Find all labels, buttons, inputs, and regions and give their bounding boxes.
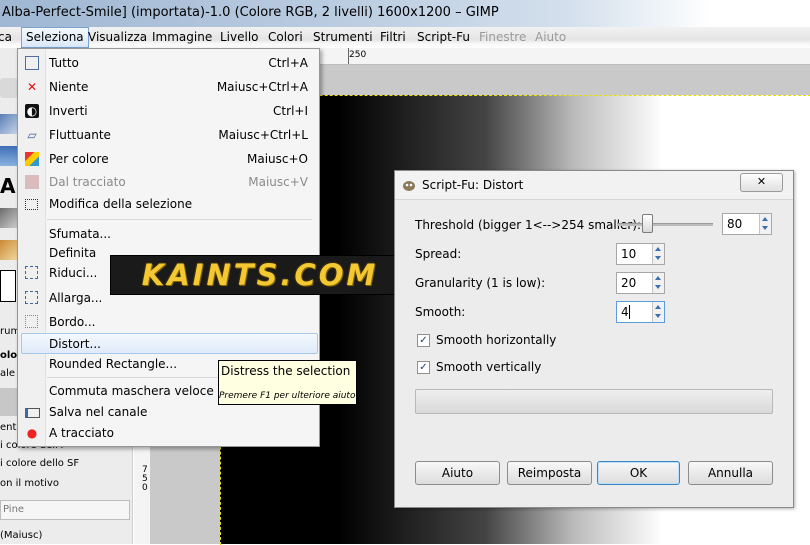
border-selection-icon	[25, 315, 38, 328]
text-cursor	[629, 305, 630, 319]
menu-script-fu[interactable]: Script-Fu	[417, 30, 470, 44]
smooth-label: Smooth:	[415, 305, 466, 319]
menu-strumenti[interactable]: Strumenti	[313, 30, 373, 44]
smooth-spinbox[interactable]: 4	[616, 301, 665, 323]
threshold-value: 80	[727, 217, 743, 231]
smooth-stepper[interactable]	[652, 302, 664, 322]
spread-value: 10	[621, 247, 637, 261]
eyedropper-tool-icon[interactable]	[0, 208, 18, 228]
menu-item-modifica-selezione[interactable]: Modifica della selezione	[18, 194, 317, 214]
smooth-value: 4	[621, 305, 629, 319]
save-to-channel-icon	[25, 408, 40, 418]
menu-colori[interactable]: Colori	[268, 30, 303, 44]
spread-spinbox[interactable]: 10	[616, 243, 665, 265]
progress-bar	[415, 389, 773, 414]
tooltip: Distress the selection Premere F1 per ul…	[218, 360, 357, 405]
lasso-tool-icon[interactable]	[0, 78, 18, 98]
menu-immagine[interactable]: Immagine	[152, 30, 212, 44]
window-titlebar: Alba-Perfect-Smile] (importata)-1.0 (Col…	[0, 0, 810, 27]
menu-item-inverti[interactable]: ◐ Inverti Ctrl+I	[18, 101, 317, 121]
granularity-value: 20	[621, 276, 637, 290]
smudge-tool-icon[interactable]	[0, 240, 18, 260]
script-fu-distort-dialog: Script-Fu: Distort ✕ Threshold (bigger 1…	[394, 170, 794, 508]
menu-seleziona[interactable]: Seleziona	[21, 27, 89, 48]
selection-from-path-icon	[25, 175, 39, 189]
granularity-label: Granularity (1 is low):	[415, 276, 546, 290]
menu-item-a-tracciato[interactable]: ● A tracciato	[18, 423, 317, 443]
select-all-icon	[25, 56, 39, 70]
spread-label: Spread:	[415, 247, 462, 261]
ok-button[interactable]: OK	[597, 461, 680, 485]
pencil-tool-icon[interactable]	[0, 114, 18, 134]
menu-item-sfumata[interactable]: Sfumata...	[18, 224, 317, 244]
menu-item-salva-canale[interactable]: Salva nel canale	[18, 402, 317, 422]
smooth-horizontally-checkbox[interactable]: ✓	[417, 334, 430, 347]
smooth-vertically-label: Smooth vertically	[436, 360, 542, 374]
menu-item-distort[interactable]: Distort...	[21, 333, 318, 354]
menu-separator	[47, 219, 312, 220]
shrink-selection-icon	[25, 266, 38, 279]
menu-finestre[interactable]: Finestre	[479, 30, 526, 44]
tooltip-hint: Premere F1 per ulteriore aiuto	[219, 391, 356, 401]
threshold-slider[interactable]	[617, 223, 713, 226]
ruler-v-label: 750	[142, 465, 148, 493]
help-button[interactable]: Aiuto	[415, 461, 500, 485]
close-button[interactable]: ✕	[740, 173, 783, 192]
dialog-titlebar[interactable]: Script-Fu: Distort ✕	[395, 171, 793, 200]
menu-ca[interactable]: ca	[0, 30, 12, 44]
menu-item-tutto[interactable]: Tutto Ctrl+A	[18, 53, 317, 73]
tooltip-text: Distress the selection	[221, 364, 351, 378]
toolbox-gray-block	[0, 388, 18, 416]
reset-button[interactable]: Reimposta	[507, 461, 592, 485]
invert-selection-icon: ◐	[25, 104, 39, 118]
toolbox-label-6: i colore dello SF	[0, 458, 80, 469]
pattern-field-value: Pine	[3, 504, 25, 515]
menu-visualizza[interactable]: Visualizza	[88, 30, 147, 44]
text-tool-icon[interactable]: A	[0, 176, 18, 196]
threshold-spinbox[interactable]: 80	[722, 213, 772, 235]
toolbox-label-8: (Maiusc)	[0, 530, 43, 541]
ruler-h-label: 250	[349, 50, 367, 60]
threshold-slider-handle[interactable]	[641, 214, 653, 233]
spread-stepper[interactable]	[652, 244, 664, 264]
menu-item-bordo[interactable]: Bordo...	[18, 312, 317, 332]
to-path-icon: ●	[26, 426, 38, 440]
fg-bg-colors-icon[interactable]	[0, 270, 16, 302]
toolbox-label-7: on il motivo	[0, 478, 59, 489]
smooth-horizontally-label: Smooth horizontally	[436, 333, 557, 347]
grow-selection-icon	[25, 291, 38, 304]
cancel-button[interactable]: Annulla	[688, 461, 773, 485]
ruler-h-tick	[348, 48, 349, 64]
pattern-field[interactable]: Pine	[0, 500, 130, 520]
menubar: ca Seleziona Visualizza Immagine Livello…	[0, 27, 810, 48]
menu-item-dal-tracciato[interactable]: Dal tracciato Maiusc+V	[18, 172, 317, 192]
transform-tool-icon[interactable]	[0, 146, 18, 166]
select-by-color-icon	[25, 152, 39, 166]
logo-text: KAINTS.COM	[141, 258, 379, 292]
granularity-stepper[interactable]	[652, 273, 664, 293]
float-selection-icon: ▱	[27, 128, 37, 142]
menu-item-fluttuante[interactable]: ▱ Fluttuante Maiusc+Ctrl+L	[18, 125, 317, 145]
selection-editor-icon	[25, 199, 38, 210]
toolbox-label-3: ale	[0, 368, 16, 379]
menu-livello[interactable]: Livello	[220, 30, 259, 44]
threshold-stepper[interactable]	[759, 214, 771, 234]
kaints-logo: KAINTS.COM	[110, 255, 410, 295]
window-title: Alba-Perfect-Smile] (importata)-1.0 (Col…	[2, 5, 499, 20]
menu-filtri[interactable]: Filtri	[380, 30, 406, 44]
toolbox-label-2: olo	[0, 350, 18, 361]
menu-aiuto[interactable]: Aiuto	[535, 30, 566, 44]
menu-item-niente[interactable]: ✕ Niente Maiusc+Ctrl+A	[18, 77, 317, 97]
threshold-label: Threshold (bigger 1<-->254 smaller):	[415, 218, 642, 232]
select-none-icon: ✕	[26, 80, 38, 94]
gimp-icon	[403, 181, 415, 191]
menu-item-per-colore[interactable]: Per colore Maiusc+O	[18, 149, 317, 169]
smooth-vertically-checkbox[interactable]: ✓	[417, 361, 430, 374]
dialog-title: Script-Fu: Distort	[422, 178, 524, 192]
granularity-spinbox[interactable]: 20	[616, 272, 665, 294]
